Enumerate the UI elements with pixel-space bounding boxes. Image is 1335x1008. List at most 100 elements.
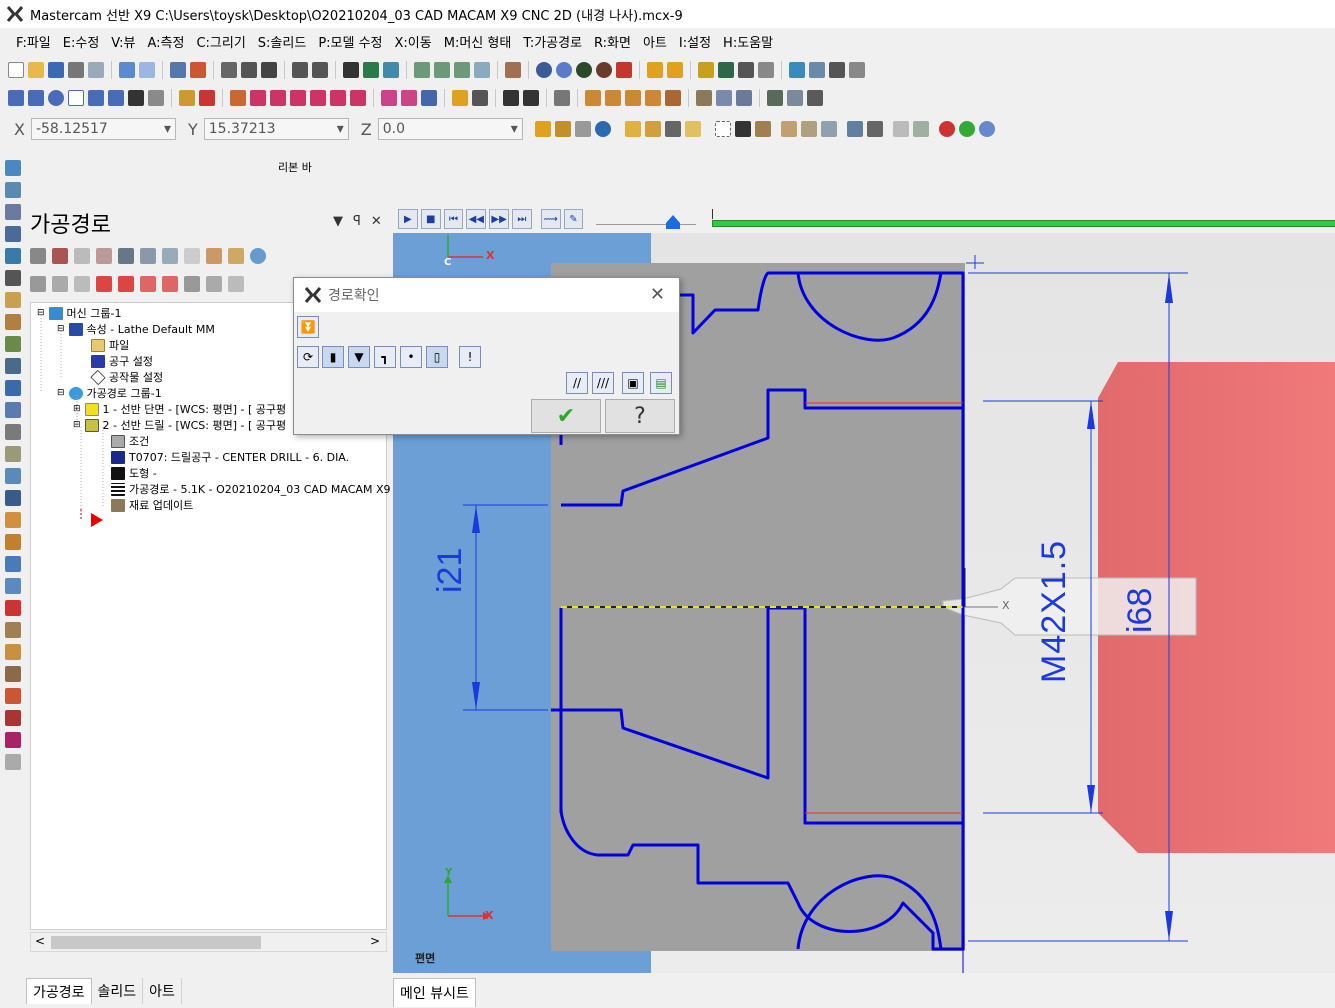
display-toolpath-icon[interactable]: ⟳: [297, 346, 319, 368]
menu-model-prep[interactable]: P:모델 수정: [318, 32, 382, 51]
tree-horizontal-scrollbar[interactable]: < >: [30, 932, 387, 952]
solid-loft-icon[interactable]: [736, 90, 752, 106]
stock-display-icon[interactable]: [228, 276, 244, 292]
help-button[interactable]: ?: [605, 399, 675, 433]
tree-item-op1[interactable]: ⊞ 1 - 선반 단면 - [WCS: 평면] - [ 공구평: [73, 401, 286, 417]
view-right-icon[interactable]: [454, 62, 470, 78]
transform-op-icon[interactable]: [5, 622, 21, 638]
regenerate-dirty-icon[interactable]: [96, 248, 112, 264]
rectangle-icon[interactable]: [68, 90, 84, 106]
shading-wire-icon[interactable]: [596, 62, 612, 78]
note-icon[interactable]: [472, 90, 488, 106]
surface-icon[interactable]: [585, 90, 601, 106]
scale-icon[interactable]: [350, 90, 366, 106]
view-cube-icon[interactable]: [505, 62, 521, 78]
backplot-ops-icon[interactable]: [118, 248, 134, 264]
cutoff-icon[interactable]: [5, 336, 21, 352]
step-forward-icon[interactable]: ▶▶: [489, 209, 509, 229]
print-icon[interactable]: [68, 62, 84, 78]
eraser-icon[interactable]: [148, 90, 164, 106]
dimension-outer-dia[interactable]: i68: [1121, 588, 1160, 633]
menu-settings[interactable]: I:설정: [679, 32, 711, 51]
mill-icon[interactable]: [5, 490, 21, 506]
menu-machine-type[interactable]: M:머신 형태: [444, 32, 512, 51]
expand-toggle-icon[interactable]: ⊞: [73, 404, 81, 414]
solid-extrude-icon[interactable]: [665, 90, 681, 106]
modify-length-icon[interactable]: [270, 90, 286, 106]
speed-slider[interactable]: [596, 209, 705, 229]
lock-icon[interactable]: [30, 276, 46, 292]
zoom-window-icon[interactable]: [221, 62, 237, 78]
high-feed-icon[interactable]: [228, 248, 244, 264]
panel-dropdown-icon[interactable]: ▼: [333, 214, 343, 229]
tree-item-geometry[interactable]: 도형 -: [111, 465, 157, 481]
collapse-options-icon[interactable]: ⏬: [297, 316, 319, 338]
x-coordinate-input[interactable]: -58.12517 ▾: [30, 118, 176, 140]
stock-advance-icon[interactable]: [5, 380, 21, 396]
step-back-icon[interactable]: ◀◀: [466, 209, 487, 229]
cancel-icon[interactable]: [938, 121, 955, 137]
menu-art[interactable]: 아트: [643, 32, 667, 51]
tree-item-parameters[interactable]: 조건: [111, 433, 149, 449]
print-preview-icon[interactable]: [88, 62, 104, 78]
collapse-toggle-icon[interactable]: ⊟: [57, 324, 65, 334]
analyze-icon[interactable]: [718, 62, 734, 78]
chuck-icon[interactable]: [5, 402, 21, 418]
chevron-down-icon[interactable]: ▾: [511, 121, 518, 137]
menu-create[interactable]: C:그리기: [196, 32, 245, 51]
unzoom-icon[interactable]: [292, 62, 308, 78]
lathe-drill-icon[interactable]: [5, 226, 21, 242]
delete-icon[interactable]: [199, 90, 215, 106]
only-show-icon[interactable]: [184, 276, 200, 292]
menu-edit[interactable]: E:수정: [63, 32, 100, 51]
scrollbar-thumb[interactable]: [51, 936, 261, 949]
window-select-icon[interactable]: [714, 121, 731, 137]
ghost-icon[interactable]: [5, 754, 21, 770]
rotate-icon[interactable]: [343, 62, 359, 78]
arrow-tool-icon[interactable]: [128, 90, 144, 106]
surface-loft-icon[interactable]: [625, 90, 641, 106]
join-icon[interactable]: [250, 90, 266, 106]
chevron-down-icon[interactable]: ▾: [337, 121, 344, 137]
stock-flip-icon[interactable]: [5, 358, 21, 374]
display-shaded-tool-icon[interactable]: ▯: [426, 346, 448, 368]
regenerate-icon[interactable]: [74, 248, 90, 264]
tab-main-viewsheet[interactable]: 메인 뷰시트: [393, 978, 476, 1007]
break-icon[interactable]: [230, 90, 246, 106]
tree-item-files[interactable]: 파일: [91, 337, 129, 353]
lathe-rough-icon[interactable]: [5, 182, 21, 198]
tree-item-stock-update[interactable]: 재료 업데이트: [111, 497, 193, 513]
toggle-post-icon[interactable]: [74, 276, 90, 292]
pocket-icon[interactable]: [5, 534, 21, 550]
help-circle-icon[interactable]: [978, 121, 995, 137]
display-endpoints-icon[interactable]: •: [400, 346, 422, 368]
verify-ops-icon[interactable]: [140, 248, 156, 264]
steady-rest-icon[interactable]: [5, 446, 21, 462]
z-coordinate-input[interactable]: 0.0 ▾: [377, 118, 523, 140]
view-top-icon[interactable]: [414, 62, 430, 78]
menu-file[interactable]: F:파일: [16, 32, 51, 51]
shading-icon[interactable]: [576, 62, 592, 78]
y-coordinate-input[interactable]: 15.37213 ▾: [203, 118, 349, 140]
dimension-inner-dia[interactable]: i21: [431, 548, 470, 593]
pencil-icon[interactable]: [698, 62, 714, 78]
solid-revolve-icon[interactable]: [696, 90, 712, 106]
autocursor-icon[interactable]: [534, 121, 551, 137]
delete-op-icon[interactable]: [5, 600, 21, 616]
redo-icon[interactable]: [139, 62, 155, 78]
slider-thumb-icon[interactable]: [666, 215, 681, 229]
select-face-icon[interactable]: [800, 121, 817, 137]
trace-mode-icon[interactable]: ⟿: [540, 209, 561, 229]
solid-fillet-icon[interactable]: [767, 90, 783, 106]
select-all-ops-icon[interactable]: [30, 248, 46, 264]
drill-mill-icon[interactable]: [5, 556, 21, 572]
backplot-progress-bar[interactable]: [712, 209, 1335, 229]
hide-icon[interactable]: [616, 62, 632, 78]
select-body-icon[interactable]: [780, 121, 797, 137]
scroll-arrows-icon[interactable]: [162, 276, 178, 292]
surface-revolve-icon[interactable]: [645, 90, 661, 106]
sphere-icon[interactable]: [556, 62, 572, 78]
save-icon[interactable]: [48, 62, 64, 78]
select-chain-icon[interactable]: [912, 121, 929, 137]
open-folder-icon[interactable]: [28, 62, 44, 78]
